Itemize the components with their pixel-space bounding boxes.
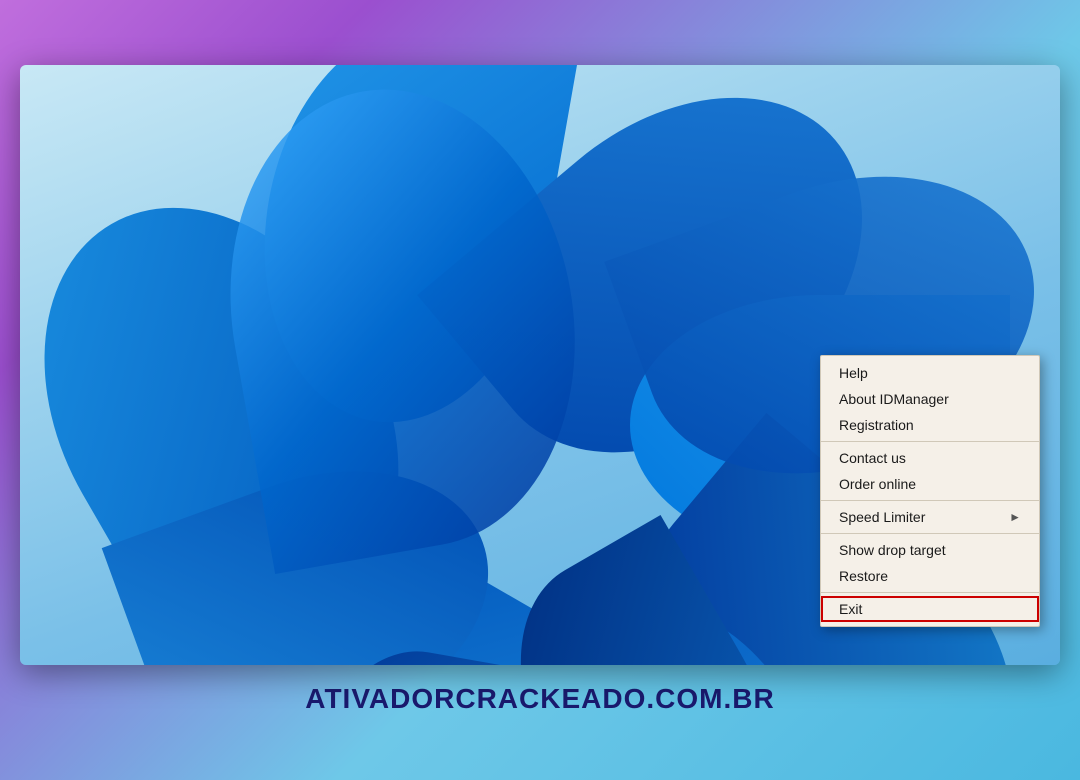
wallpaper: Help About IDManager Registration Contac…	[20, 65, 1060, 665]
menu-item-show-drop[interactable]: Show drop target	[821, 537, 1039, 563]
menu-item-exit[interactable]: Exit	[821, 596, 1039, 622]
separator-3	[821, 533, 1039, 534]
watermark-section: ATIVADORCRACKEADO.COM.BR	[305, 683, 774, 715]
menu-item-about[interactable]: About IDManager	[821, 386, 1039, 412]
screenshot-frame: Help About IDManager Registration Contac…	[20, 65, 1060, 665]
menu-item-restore[interactable]: Restore	[821, 563, 1039, 589]
petal-decoration	[70, 65, 820, 665]
menu-item-help[interactable]: Help	[821, 360, 1039, 386]
menu-item-order[interactable]: Order online	[821, 471, 1039, 497]
submenu-arrow-icon: ►	[1009, 510, 1021, 524]
page-wrapper: Help About IDManager Registration Contac…	[0, 65, 1080, 715]
watermark-text: ATIVADORCRACKEADO.COM.BR	[305, 683, 774, 714]
separator-4	[821, 592, 1039, 593]
menu-item-contact[interactable]: Contact us	[821, 445, 1039, 471]
menu-item-registration[interactable]: Registration	[821, 412, 1039, 438]
separator-1	[821, 441, 1039, 442]
context-menu: Help About IDManager Registration Contac…	[820, 355, 1040, 627]
menu-item-speed-limiter[interactable]: Speed Limiter ►	[821, 504, 1039, 530]
separator-2	[821, 500, 1039, 501]
